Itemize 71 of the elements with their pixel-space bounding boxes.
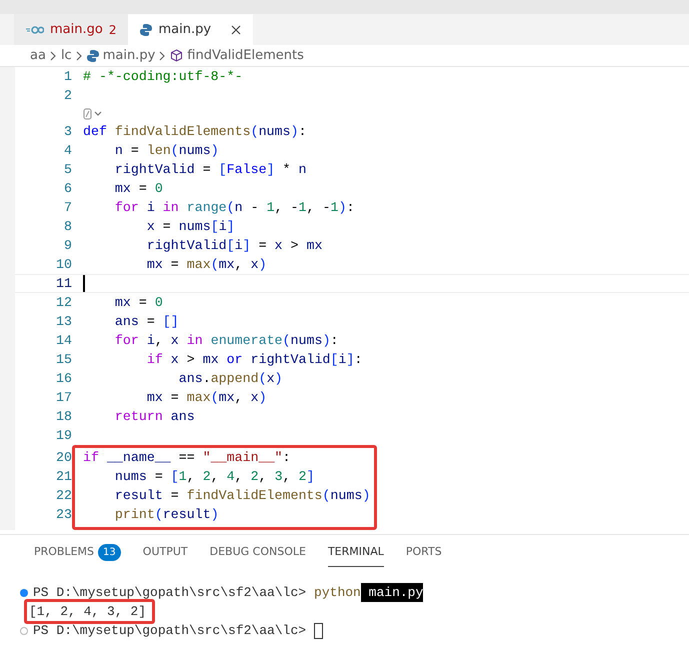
file-type-icon (26, 26, 44, 34)
panel-tab[interactable]: OUTPUT (142, 544, 188, 567)
line-number: 13 (55, 313, 72, 331)
line-number: 23 (55, 506, 72, 524)
code-line: for i, x in enumerate(nums): (114, 332, 338, 350)
cube-icon (170, 49, 184, 62)
code-line: def findValidElements(nums): (82, 123, 306, 141)
breadcrumb-item[interactable]: lc (60, 46, 72, 66)
line-number: 16 (55, 370, 72, 388)
code-line: mx = 0 (114, 294, 163, 312)
terminal-argument: main.py (360, 582, 424, 602)
code-line: rightValid = [False] * n (114, 161, 306, 179)
line-number: 11 (55, 275, 72, 292)
breadcrumb-item[interactable]: findValidElements (187, 46, 304, 66)
code-line: for i in range(n - 1, -1, -1): (114, 199, 354, 217)
code-line: result = findValidElements(nums) (114, 487, 370, 505)
code-lens-icon (83, 108, 103, 120)
line-number: 15 (55, 351, 72, 369)
code-line: ans = [] (114, 313, 179, 331)
breadcrumb-item[interactable]: main.py (102, 46, 156, 66)
line-number: 6 (63, 180, 72, 198)
code-line: x = nums[i] (146, 218, 235, 236)
line-number: 2 (63, 87, 72, 105)
line-number: 17 (55, 389, 72, 407)
code-line: mx = max(mx, x) (146, 389, 267, 407)
code-line: return ans (114, 408, 195, 426)
code-line: # -*-coding:utf-8-*- (82, 68, 243, 86)
code-line: ans.append(x) (178, 370, 283, 388)
line-number: 3 (63, 123, 72, 141)
code-line: print(result) (114, 506, 219, 524)
tab-label[interactable]: main.py (158, 20, 212, 40)
terminal-command: python (314, 584, 361, 602)
editor-tab[interactable]: main.go 2 (14, 14, 128, 45)
code-line: n = len(nums) (114, 142, 219, 160)
line-number: 10 (55, 256, 72, 274)
problem-count: 2 (108, 22, 116, 38)
panel-tab[interactable]: DEBUG CONSOLE (210, 544, 306, 567)
line-number: 20 (55, 449, 72, 467)
line-number: 1 (63, 68, 72, 86)
chevron-right-icon (159, 50, 166, 60)
count-badge: 13 (98, 544, 121, 561)
line-number: 21 (55, 468, 72, 486)
line-number: 4 (63, 142, 72, 160)
terminal-output: [1, 2, 4, 3, 2] (24, 598, 156, 624)
breadcrumb-item[interactable]: aa (30, 46, 46, 66)
tab-label[interactable]: main.go (50, 20, 103, 40)
panel-tab[interactable]: PORTS (406, 544, 442, 567)
code-line: if __name__ == "__main__": (83, 449, 291, 467)
line-number: 8 (63, 218, 72, 236)
code-line: mx = 0 (114, 180, 163, 198)
file-type-icon (86, 50, 99, 62)
editor-tab[interactable]: main.py (128, 14, 254, 45)
tab-label[interactable]: PROBLEMS (34, 544, 94, 561)
terminal-prompt: PS D:\mysetup\gopath\src\sf2\aa\lc> (33, 622, 306, 640)
line-number: 12 (55, 294, 72, 312)
line-number: 14 (55, 332, 72, 350)
file-type-icon (140, 24, 152, 36)
line-number: 18 (55, 408, 72, 426)
code-line: rightValid[i] = x > mx (146, 237, 322, 255)
close-icon (231, 24, 242, 34)
panel-tab[interactable]: TERMINAL (328, 544, 384, 567)
line-number: 9 (63, 237, 72, 255)
line-number: 19 (55, 427, 72, 445)
line-number: 22 (55, 487, 72, 505)
code-line: mx = max(mx, x) (146, 256, 267, 274)
code-line: nums = [1, 2, 4, 2, 3, 2] (114, 468, 315, 486)
code-line: if x > mx or rightValid[i]: (146, 351, 362, 369)
chevron-right-icon (76, 50, 83, 60)
chevron-right-icon (50, 50, 57, 60)
line-number: 5 (63, 161, 72, 179)
line-number: 7 (63, 199, 72, 217)
